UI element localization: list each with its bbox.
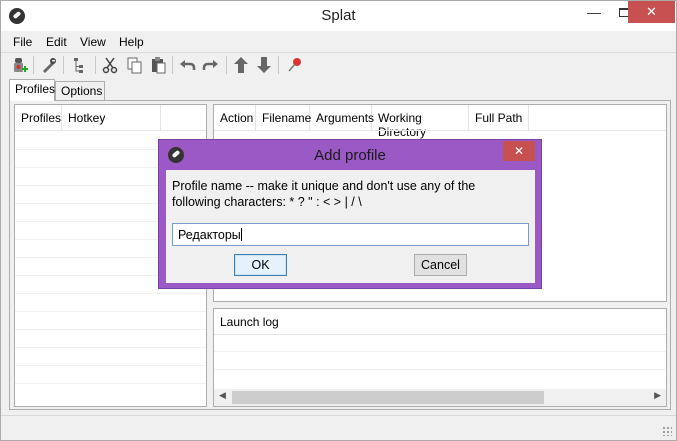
cancel-button[interactable]: Cancel [414,254,467,276]
title-bar: Splat — ✕ [1,1,676,31]
column-header-profiles[interactable]: Profiles [15,105,62,130]
add-profile-icon[interactable] [11,56,29,74]
launch-log-list[interactable]: Launch log ◀ ▶ [213,308,667,407]
toolbar-separator [172,56,173,74]
column-header-hotkey[interactable]: Hotkey [62,105,161,130]
scroll-right-icon[interactable]: ▶ [654,390,661,401]
scroll-left-icon[interactable]: ◀ [219,390,226,401]
tab-options[interactable]: Options [55,81,105,100]
paste-icon[interactable] [149,56,167,74]
toolbar-separator [63,56,64,74]
header-divider [15,130,206,131]
toolbar-separator [33,56,34,74]
menu-file[interactable]: File [13,35,32,49]
move-up-icon[interactable] [232,56,250,74]
menu-bar: File Edit View Help [1,33,676,51]
move-down-icon[interactable] [255,56,273,74]
text-caret [240,228,242,241]
menu-help[interactable]: Help [119,35,144,49]
header-divider [214,130,666,131]
toolbar-separator [278,56,279,74]
dialog-body: Profile name -- make it unique and don't… [166,170,535,283]
column-header-filename[interactable]: Filename [256,105,311,130]
tab-profiles[interactable]: Profiles [9,79,55,101]
column-header-action[interactable]: Action [214,105,256,130]
status-bar [1,415,676,440]
dialog-title: Add profile [314,147,386,164]
resize-grip-icon[interactable] [662,426,672,436]
add-profile-dialog: Add profile ✕ Profile name -- make it un… [158,139,542,289]
scrollbar-thumb[interactable] [232,391,544,404]
toolbar-separator [95,56,96,74]
header-divider [214,334,666,335]
minimize-button[interactable]: — [579,1,609,23]
menu-edit[interactable]: Edit [46,35,67,49]
dialog-close-button[interactable]: ✕ [503,141,535,161]
edit-profile-icon[interactable] [40,56,58,74]
horizontal-scrollbar[interactable]: ◀ ▶ [214,389,666,406]
profile-name-value: Редакторы [178,228,241,242]
column-header-working-directory[interactable]: Working Directory [372,105,469,139]
redo-icon[interactable] [202,56,220,74]
column-header-arguments[interactable]: Arguments [310,105,374,130]
window-title: Splat [321,7,356,24]
column-header-full-path[interactable]: Full Path [469,105,529,130]
close-button[interactable]: ✕ [628,1,675,23]
toolbar-separator [226,56,227,74]
column-header-launch-log[interactable]: Launch log [214,309,284,334]
cut-icon[interactable] [101,56,119,74]
profile-name-input[interactable]: Редакторы [172,223,529,246]
properties-icon[interactable] [71,56,89,74]
menu-view[interactable]: View [80,35,106,49]
undo-icon[interactable] [178,56,196,74]
dialog-message: Profile name -- make it unique and don't… [172,179,476,209]
pin-icon[interactable] [286,56,304,74]
ok-button[interactable]: OK [234,254,287,276]
toolbar [1,52,676,76]
copy-icon[interactable] [125,56,143,74]
